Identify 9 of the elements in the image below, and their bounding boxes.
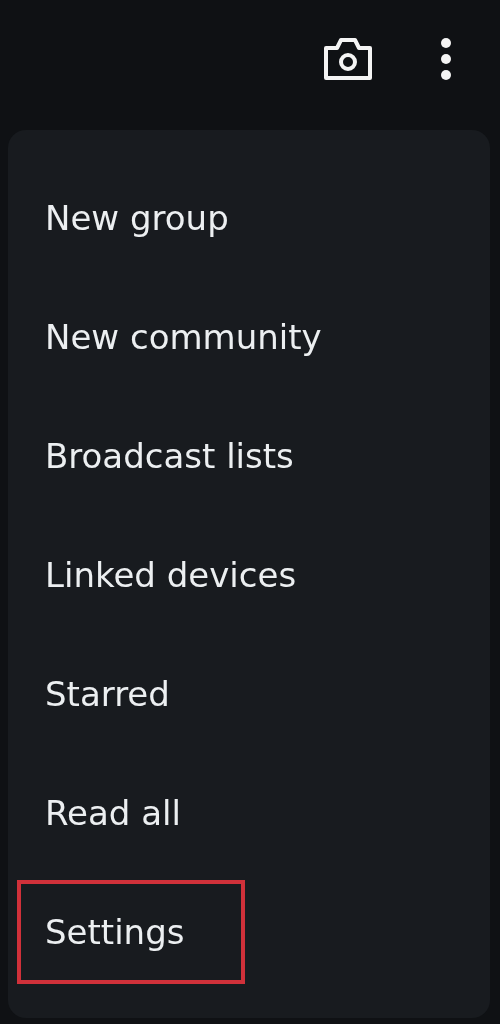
menu-item[interactable]: Read all [17,760,242,865]
menu-item[interactable]: Linked devices [17,522,358,627]
menu-item[interactable]: Starred [17,641,231,746]
menu-item[interactable]: New community [17,284,383,389]
menu-item[interactable]: Settings [17,879,246,984]
camera-icon[interactable] [322,36,374,82]
menu-item[interactable]: Broadcast lists [17,403,355,508]
more-options-icon[interactable] [440,37,452,81]
menu-item[interactable]: New group [17,165,290,270]
